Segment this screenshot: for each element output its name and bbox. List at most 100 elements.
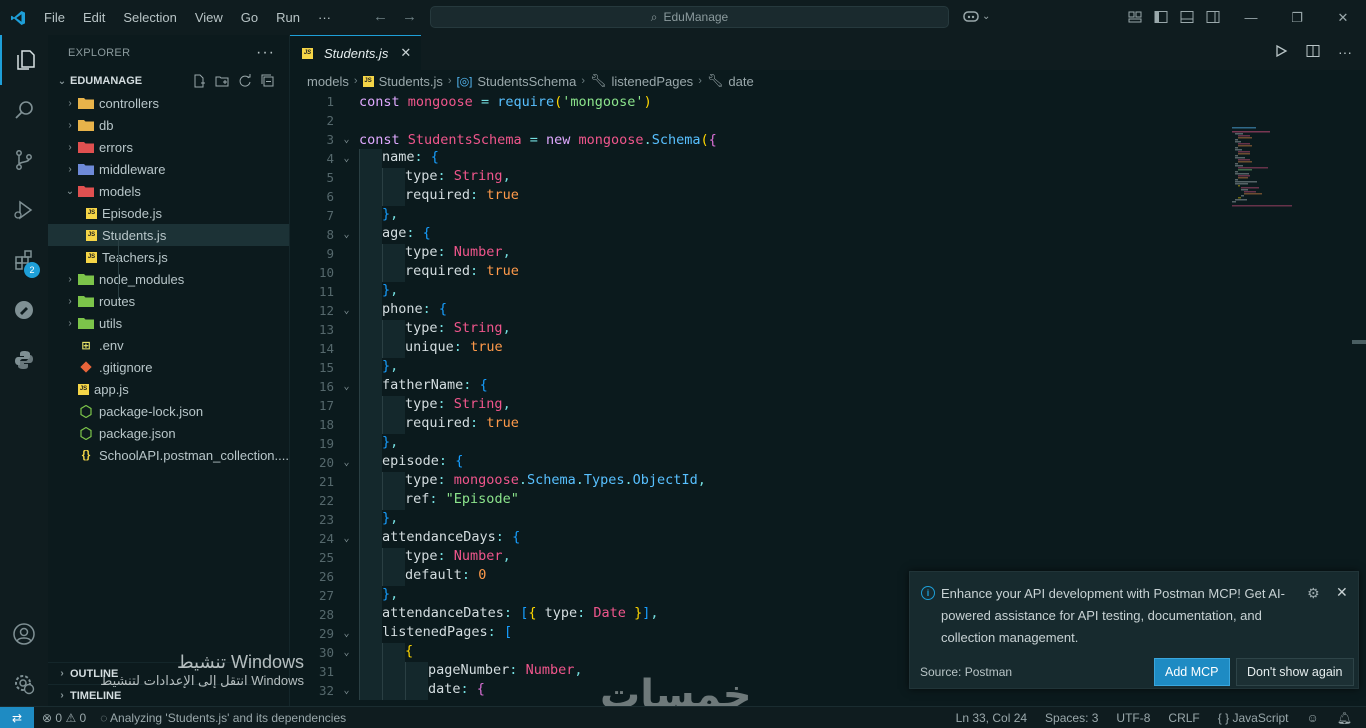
python-activity[interactable] (0, 335, 48, 385)
extensions-badge: 2 (24, 262, 40, 278)
breadcrumb-schema[interactable]: StudentsSchema (477, 74, 576, 89)
explorer-activity[interactable] (0, 35, 48, 85)
chevron-down-icon: ⌄ (57, 75, 67, 87)
command-center-search[interactable]: ⌕ EduManage (430, 6, 949, 28)
run-debug-activity[interactable] (0, 185, 48, 235)
menu-selection[interactable]: Selection (114, 0, 185, 35)
code-line-2: 2 (326, 113, 334, 128)
js-file-icon: JS (362, 75, 374, 87)
breadcrumb-models[interactable]: models (307, 74, 349, 89)
menu-go[interactable]: Go (232, 0, 267, 35)
tree-item-middleware[interactable]: › middleware (48, 158, 289, 180)
layout-controls (1127, 9, 1221, 25)
search-activity[interactable] (0, 85, 48, 135)
back-arrow-icon[interactable]: ← (373, 8, 388, 25)
breadcrumb-listenedpages[interactable]: listenedPages (612, 74, 694, 89)
folder-models-icon (78, 184, 94, 198)
braces-icon: { } (1217, 710, 1230, 725)
close-icon[interactable]: ✕ (1336, 584, 1348, 601)
problems-status[interactable]: ⊗ 0 ⚠ 0 (42, 711, 86, 725)
collapse-all-icon[interactable] (261, 74, 275, 88)
tree-item-app-js[interactable]: JS app.js (48, 378, 289, 400)
command-center-label: EduManage (663, 10, 729, 24)
close-tab-icon[interactable]: ✕ (400, 45, 411, 61)
tree-item-errors[interactable]: › errors (48, 136, 289, 158)
dont-show-again-button[interactable]: Don't show again (1236, 658, 1354, 686)
cursor-position[interactable]: Ln 33, Col 24 (956, 711, 1027, 725)
copilot-button[interactable]: ⌄ (962, 9, 990, 23)
code-line-1: 1 const mongoose = require('mongoose') (326, 93, 652, 110)
split-editor-icon[interactable] (1306, 44, 1320, 58)
gear-icon (15, 675, 35, 695)
wrench-icon: 🔧︎ (590, 73, 607, 88)
tree-item-models[interactable]: ⌄ models (48, 180, 289, 202)
workspace-folder-header[interactable]: ⌄ EDUMANAGE (48, 70, 289, 92)
toggle-panel-icon[interactable] (1179, 9, 1195, 25)
code-line-18: 18 required: true (318, 415, 519, 434)
tree-item-schoolapi-postman-collection[interactable]: {} SchoolAPI.postman_collection.... (48, 444, 289, 466)
breadcrumb-file[interactable]: Students.js (379, 74, 443, 89)
menu-more[interactable]: ··· (309, 0, 340, 35)
tree-item-db[interactable]: › db (48, 114, 289, 136)
line-ending[interactable]: CRLF (1168, 711, 1199, 725)
minimize-icon[interactable]: — (1228, 0, 1274, 35)
tree-item-label: middleware (99, 161, 166, 177)
copilot-status-icon[interactable]: ☺ (1307, 711, 1319, 725)
breadcrumb-date[interactable]: date (728, 74, 753, 89)
tree-item-controllers[interactable]: › controllers (48, 92, 289, 114)
toggle-secondary-sidebar-icon[interactable] (1205, 9, 1221, 25)
minimap[interactable] (1232, 127, 1302, 217)
analysis-label: Analyzing 'Students.js' and its dependen… (110, 710, 347, 725)
tree-item-routes[interactable]: › routes (48, 290, 289, 312)
notifications-bell-icon[interactable]: 🔔︎ (1337, 711, 1352, 725)
chevron-down-icon: ⌄ (343, 628, 350, 639)
forward-arrow-icon[interactable]: → (402, 8, 417, 25)
tree-item-students-js[interactable]: JS Students.js (48, 224, 289, 246)
more-actions-icon[interactable]: ··· (1338, 44, 1352, 60)
tree-item-package-json[interactable]: package.json (48, 422, 289, 444)
tab-students-js[interactable]: JS Students.js ✕ (290, 35, 422, 70)
close-window-icon[interactable]: ✕ (1320, 0, 1366, 35)
code-line-19: 19}, (318, 434, 399, 453)
refresh-icon[interactable] (238, 74, 252, 88)
extensions-activity[interactable]: 2 (0, 235, 48, 285)
menu-file[interactable]: File (35, 0, 74, 35)
toggle-primary-sidebar-icon[interactable] (1153, 9, 1169, 25)
postman-activity[interactable] (0, 285, 48, 335)
warning-icon: ⚠ (65, 710, 77, 725)
run-debug-icon (14, 200, 33, 220)
accounts-activity[interactable] (0, 609, 48, 659)
manage-activity[interactable] (0, 659, 48, 709)
tree-item-gitignore[interactable]: .gitignore (48, 356, 289, 378)
menu-run[interactable]: Run (267, 0, 309, 35)
menu-view[interactable]: View (186, 0, 232, 35)
menu-edit[interactable]: Edit (74, 0, 114, 35)
folder-controllers-icon (78, 96, 94, 110)
customize-layout-icon[interactable] (1127, 9, 1143, 25)
tree-item-episode-js[interactable]: JS Episode.js (48, 202, 289, 224)
tree-item-node-modules[interactable]: › node_modules (48, 268, 289, 290)
tree-item-package-lock-json[interactable]: package-lock.json (48, 400, 289, 422)
language-mode[interactable]: { } JavaScript (1218, 711, 1289, 725)
gear-icon[interactable]: ⚙ (1307, 585, 1320, 602)
indentation[interactable]: Spaces: 3 (1045, 711, 1098, 725)
tree-item-utils[interactable]: › utils (48, 312, 289, 334)
scrollbar-thumb[interactable] (1352, 340, 1366, 344)
code-line-11: 11}, (318, 282, 399, 301)
encoding[interactable]: UTF-8 (1116, 711, 1150, 725)
tree-item-teachers-js[interactable]: JS Teachers.js (48, 246, 289, 268)
explorer-more-button[interactable]: ··· (256, 44, 275, 62)
add-mcp-button[interactable]: Add MCP (1154, 658, 1230, 686)
code-line-20: 20 ⌄ episode: { (318, 453, 464, 472)
tree-item-label: db (99, 117, 114, 133)
new-folder-icon[interactable] (215, 74, 229, 88)
tree-item-env[interactable]: ⊞ .env (48, 334, 289, 356)
tree-item-label: models (99, 183, 141, 199)
tree-item-label: package-lock.json (99, 403, 204, 419)
source-control-activity[interactable] (0, 135, 48, 185)
run-icon[interactable] (1274, 44, 1288, 58)
remote-indicator[interactable]: ⇄ (0, 706, 34, 728)
indent-guide (118, 233, 119, 299)
restore-icon[interactable]: ❐ (1274, 0, 1320, 35)
new-file-icon[interactable] (192, 74, 206, 88)
